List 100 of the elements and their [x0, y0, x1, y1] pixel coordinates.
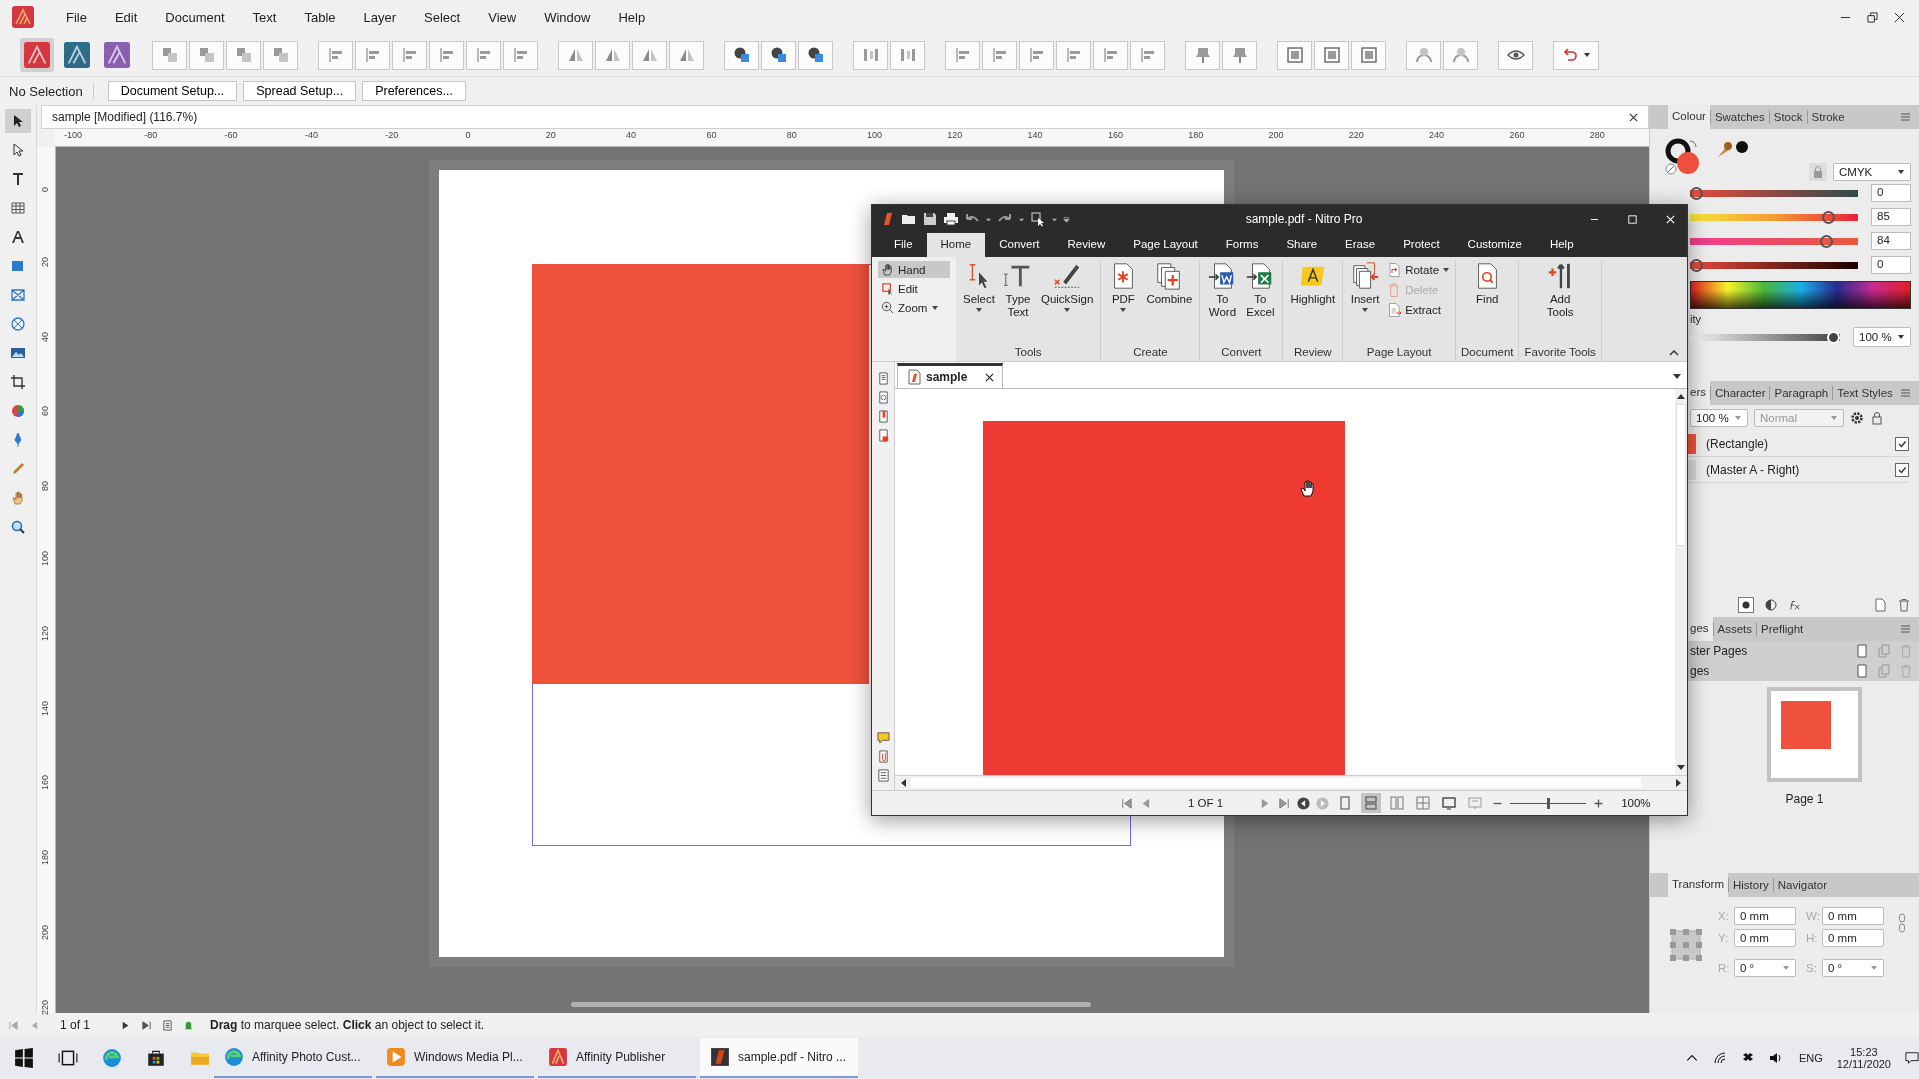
menu-item[interactable]: View — [488, 9, 517, 25]
value-field[interactable]: 85 — [1871, 208, 1911, 226]
field-label: S: — [1806, 962, 1818, 974]
mode-button[interactable]: Hand — [878, 261, 950, 278]
ribbon-button[interactable]: To Word — [1205, 261, 1240, 319]
panel-tab[interactable]: Character — [1710, 386, 1770, 400]
mode-button[interactable]: Edit — [878, 280, 950, 297]
menu-item[interactable]: Window — [544, 9, 591, 25]
ribbon-button[interactable]: Type Text — [1000, 261, 1035, 319]
panel-tab[interactable]: Preflight — [1756, 622, 1808, 636]
ribbon-tab[interactable]: Erase — [1331, 233, 1390, 257]
field-label: W: — [1806, 910, 1818, 922]
ribbon-button[interactable]: Combine — [1144, 261, 1195, 306]
ruler-label: 180 — [40, 850, 50, 866]
input-field[interactable]: 0 mm — [1734, 907, 1796, 925]
menu-item[interactable]: Help — [618, 9, 646, 25]
taskbar-app[interactable]: sample.pdf - Nitro ... — [700, 1038, 858, 1078]
ruler-label: 260 — [1509, 130, 1525, 140]
panel-tab[interactable]: Swatches — [1709, 110, 1769, 124]
ribbon-group-label: Page Layout — [1366, 346, 1432, 360]
taskbar-app[interactable]: Windows Media Pl... — [376, 1038, 534, 1078]
layer-row[interactable]: (Rectangle) — [1688, 431, 1909, 457]
ribbon-tab[interactable]: Protect — [1389, 233, 1454, 257]
panel-tab[interactable]: Navigator — [1772, 878, 1831, 892]
layer-row[interactable]: (Master A - Right) — [1688, 457, 1909, 483]
panel-tab[interactable]: Transform — [1668, 873, 1728, 897]
angle-dropdown[interactable]: 0 ° — [1734, 959, 1796, 977]
ribbon-button[interactable]: Rotate — [1386, 261, 1451, 279]
panel-tab[interactable]: ers — [1686, 381, 1710, 405]
panel-tab[interactable]: Paragraph — [1769, 386, 1833, 400]
selection-status: No Selection — [9, 83, 94, 99]
ruler-label: 140 — [40, 700, 50, 716]
value-field[interactable]: 0 — [1871, 184, 1911, 202]
menu-item[interactable]: Select — [424, 9, 461, 25]
section-header[interactable]: ges — [1688, 661, 1919, 681]
panel-tab[interactable]: History — [1728, 878, 1773, 892]
ribbon-button[interactable]: Add Tools — [1543, 261, 1578, 319]
layer-opacity-dropdown[interactable]: 100 % — [1690, 409, 1748, 427]
ribbon-tab[interactable]: Convert — [985, 233, 1054, 257]
menu-item[interactable]: Layer — [363, 9, 397, 25]
ribbon-tab[interactable]: Help — [1535, 233, 1588, 257]
ruler-label: 40 — [40, 331, 50, 342]
context-button[interactable]: Document Setup... — [107, 81, 238, 101]
taskbar-app[interactable]: Affinity Publisher — [538, 1038, 696, 1078]
section-header[interactable]: ster Pages — [1688, 641, 1919, 661]
opacity-dropdown[interactable]: 100 % — [1853, 327, 1911, 347]
document-tab[interactable]: sample — [897, 363, 1004, 388]
ribbon-tab[interactable]: Customize — [1453, 233, 1536, 257]
field-label: R: — [1718, 962, 1730, 974]
angle-dropdown[interactable]: 0 ° — [1822, 959, 1884, 977]
clock[interactable]: 15:23 12/11/2020 — [1836, 1046, 1891, 1070]
input-field[interactable]: 0 mm — [1822, 929, 1884, 947]
panel-tab[interactable]: Assets — [1712, 622, 1757, 636]
input-field[interactable]: 0 mm — [1822, 907, 1884, 925]
document-title: sample [Modified] (116.7%) — [52, 110, 198, 124]
ruler-label: 100 — [867, 130, 883, 140]
context-button[interactable]: Preferences... — [362, 81, 466, 101]
panel-tab[interactable]: Text Styles — [1832, 386, 1897, 400]
panel-tab[interactable]: Stock — [1768, 110, 1807, 124]
ribbon-button[interactable]: QuickSign — [1038, 261, 1096, 314]
ribbon-button[interactable]: Find — [1470, 261, 1505, 306]
colour-mode-dropdown[interactable]: CMYK — [1833, 163, 1911, 181]
ribbon-button[interactable]: Select — [961, 261, 997, 314]
input-field[interactable]: 0 mm — [1734, 929, 1796, 947]
menu-item[interactable]: File — [66, 9, 87, 25]
menu-item[interactable]: Edit — [114, 9, 138, 25]
menu-item[interactable]: Text — [252, 9, 277, 25]
field-label: Y: — [1718, 932, 1730, 944]
ribbon-button[interactable]: Highlight — [1288, 261, 1338, 306]
ruler-label: 40 — [626, 130, 637, 140]
ribbon-tab[interactable]: Share — [1272, 233, 1332, 257]
ribbon-button[interactable]: To Excel — [1243, 261, 1278, 319]
mode-button[interactable]: Zoom — [878, 299, 950, 316]
ruler-label: 240 — [1429, 130, 1445, 140]
field-label: H: — [1806, 932, 1818, 944]
panel-tab[interactable]: ges — [1686, 617, 1713, 641]
ruler-label: 160 — [40, 775, 50, 791]
ruler-label: 80 — [786, 130, 797, 140]
panel-tab[interactable]: Stroke — [1806, 110, 1849, 124]
panel-tab[interactable]: Colour — [1668, 105, 1710, 129]
layer-name: (Rectangle) — [1706, 436, 1770, 451]
context-button[interactable]: Spread Setup... — [243, 81, 357, 101]
menu-item[interactable]: Document — [165, 9, 225, 25]
ribbon-button[interactable]: Insert — [1348, 261, 1383, 314]
taskbar-app[interactable]: Affinity Photo Cust... — [214, 1038, 372, 1078]
ribbon-group-label: Create — [1133, 346, 1168, 360]
ribbon-tab[interactable]: Home — [926, 233, 986, 257]
value-field[interactable]: 0 — [1871, 256, 1911, 274]
ribbon-tab[interactable]: Page Layout — [1119, 233, 1212, 257]
input-language[interactable]: ENG — [1798, 1052, 1823, 1064]
document-tab[interactable]: sample [Modified] (116.7%) — [41, 105, 1649, 129]
value-field[interactable]: 84 — [1871, 232, 1911, 250]
ribbon-tab[interactable]: Forms — [1211, 233, 1273, 257]
ribbon-button[interactable]: Extract — [1386, 301, 1451, 319]
ruler-label: 280 — [1589, 130, 1605, 140]
ribbon-tab[interactable]: Review — [1053, 233, 1120, 257]
ruler-label: 140 — [1027, 130, 1043, 140]
ribbon-button[interactable]: PDF — [1106, 261, 1141, 314]
menu-item[interactable]: Table — [304, 9, 336, 25]
ribbon-tab[interactable]: File — [880, 233, 927, 257]
